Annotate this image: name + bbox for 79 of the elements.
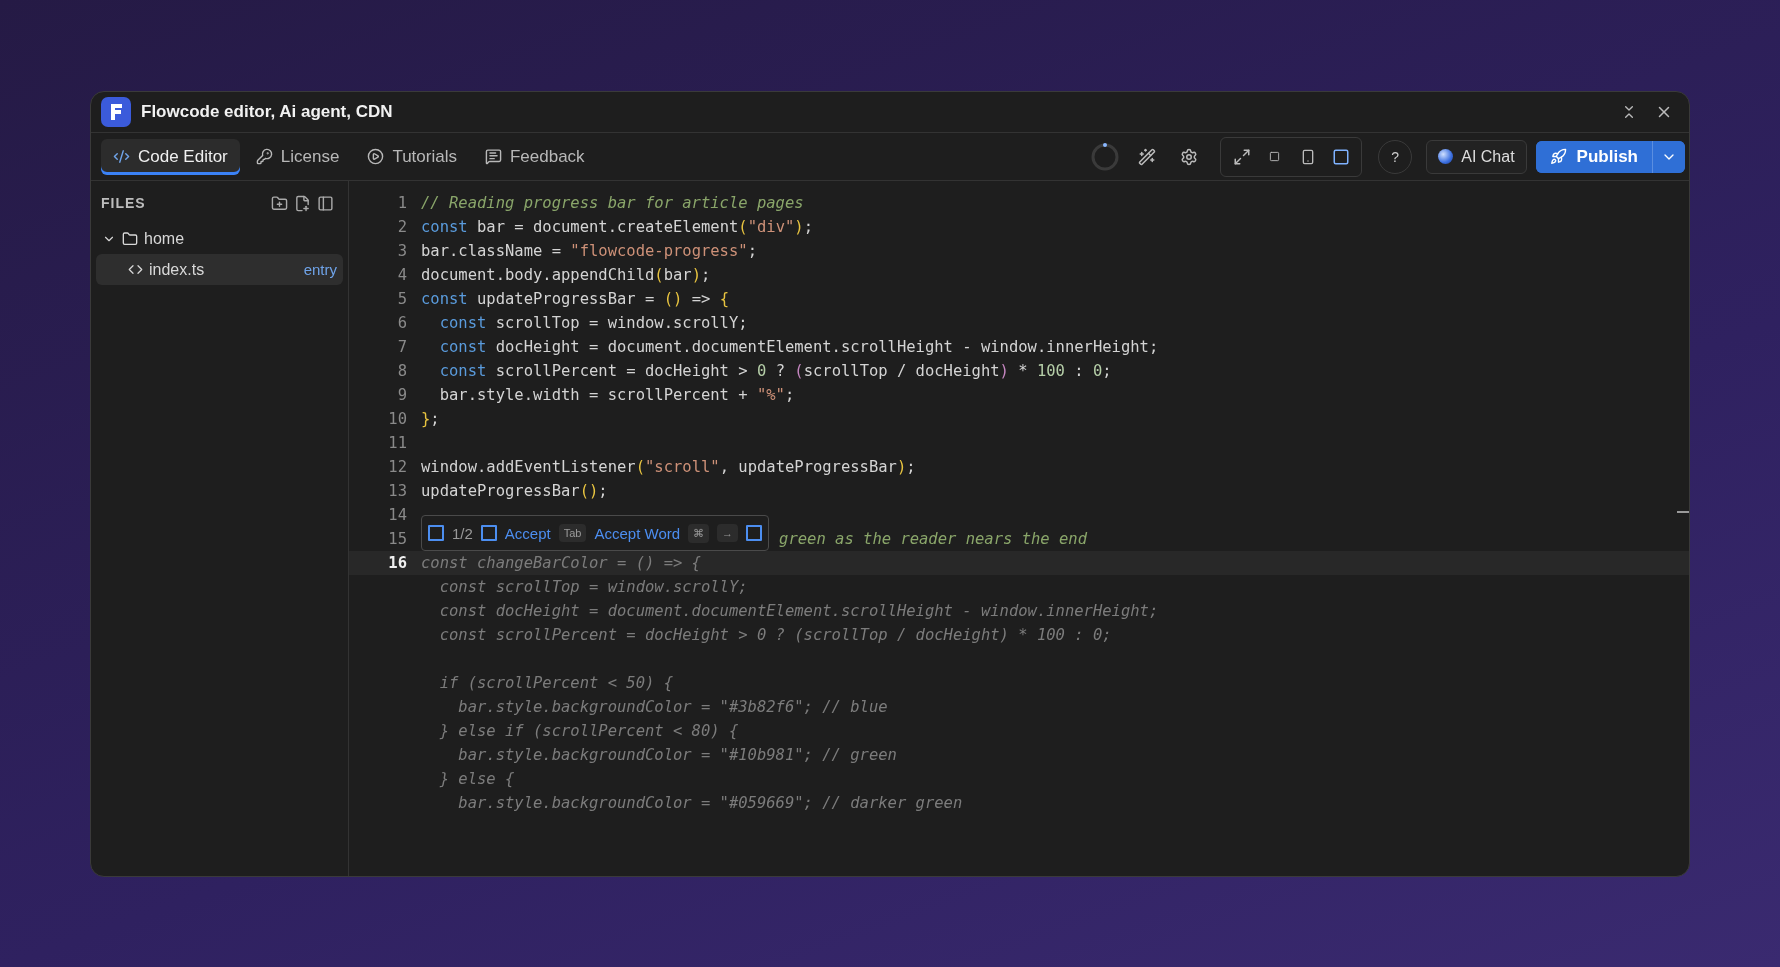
line-number: 11 (388, 434, 407, 452)
tab[interactable]: Tutorials (355, 138, 469, 175)
code-line: const changeBarColor = () => { (421, 554, 701, 572)
square-icon (1331, 147, 1350, 166)
tab[interactable]: License (243, 138, 352, 175)
new-folder-icon (271, 194, 288, 212)
suggestion-count: 1/2 (452, 524, 473, 542)
file-name: home (144, 229, 186, 248)
square-icon (480, 525, 497, 541)
square-icon (428, 525, 444, 541)
code-line: document.body.appendChild(bar); (421, 266, 711, 284)
code-line: const docHeight = document.documentElement.scrollHeight - window.innerHeight; (438, 602, 1159, 620)
folder-row[interactable]: home (96, 223, 343, 254)
line-number: 5 (397, 290, 407, 308)
code-line: bar.style.width = scrollPercent + "%"; (438, 386, 795, 404)
line-number: 2 (397, 218, 407, 236)
code-icon (128, 262, 143, 277)
code-line: }; (421, 410, 440, 428)
code-line: bar.className = "flowcode-progress"; (421, 242, 757, 260)
line-number: 3 (397, 242, 407, 260)
code-line: window.addEventListener("scroll", updateProgressBar); (421, 458, 916, 476)
orb-icon (1438, 149, 1454, 164)
code-line: green as the reader nears the end (779, 530, 1087, 548)
code-line: const scrollPercent = docHeight > 0 ? (scrollTop / docHeight) * 100 : 0; (438, 362, 1112, 380)
ai-chat-button[interactable]: AI Chat (1426, 139, 1527, 174)
publish-menu-button[interactable] (1652, 140, 1685, 173)
sidebar-title: FILES (101, 195, 147, 211)
rocket-icon (1549, 148, 1567, 165)
logo-icon (101, 97, 131, 127)
line-number: 4 (397, 266, 407, 284)
line-number: 9 (397, 386, 407, 404)
code-line: const bar = document.createElement("div"); (421, 218, 813, 236)
line-number: 14 (388, 506, 407, 524)
file-row[interactable]: index.ts entry (96, 254, 343, 285)
code-line: const docHeight = document.documentElement.scrollHeight - window.innerHeight; (438, 338, 1159, 356)
entry-label: entry (303, 261, 337, 278)
file-name: index.ts (149, 260, 206, 279)
accept-word-button[interactable]: Accept Word (594, 524, 681, 542)
code-line: } else if (scrollPercent < 80) { (438, 722, 739, 740)
line-number: 12 (388, 458, 407, 476)
window-title: Flowcode editor, Ai agent, CDN (141, 102, 394, 122)
line-number: 6 (397, 314, 407, 332)
folder-icon (122, 230, 138, 247)
tab[interactable]: Code Editor (101, 138, 240, 175)
code-icon (113, 148, 130, 165)
new-file-icon (294, 194, 311, 212)
code-line: bar.style.backgroundColor = "#059669"; // darker green (457, 794, 963, 812)
code-line: if (scrollPercent < 50) { (438, 674, 673, 692)
line-number: 13 (388, 482, 407, 500)
panel-icon (317, 194, 334, 212)
progress-ring-icon (1090, 141, 1121, 172)
square-icon (746, 525, 763, 541)
code-line: updateProgressBar(); (421, 482, 608, 500)
line-number: 1 (397, 194, 407, 212)
code-line: bar.style.backgroundColor = "#3b82f6"; // blue (457, 698, 888, 716)
key-hint: → (717, 524, 739, 542)
code-line: // Reading progress bar for article pages (421, 194, 804, 212)
square-icon (1269, 151, 1281, 162)
expand-icon (1232, 147, 1251, 166)
code-line: const scrollTop = window.scrollY; (438, 578, 748, 596)
code-line: const updateProgressBar = () => { (421, 290, 729, 308)
accept-button[interactable]: Accept (504, 524, 551, 542)
line-number: 7 (397, 338, 407, 356)
code-line: const scrollTop = window.scrollY; (438, 314, 748, 332)
key-icon (255, 148, 273, 165)
line-number: 8 (397, 362, 407, 380)
code-line: bar.style.backgroundColor = "#10b981"; // green (457, 746, 897, 764)
play-icon (367, 148, 385, 165)
tab[interactable]: Feedback (472, 138, 597, 175)
line-number: 15 (388, 530, 407, 548)
magic-wand-icon (1138, 147, 1157, 166)
line-number: 16 (388, 554, 407, 572)
settings-icon (1180, 147, 1199, 166)
key-hint: ⌘ (688, 523, 710, 543)
line-number: 10 (388, 410, 407, 428)
key-hint: Tab (558, 524, 587, 542)
message-icon (484, 148, 502, 165)
code-line: const scrollPercent = docHeight > 0 ? (scrollTop / docHeight) * 100 : 0; (438, 626, 1112, 644)
code-line: } else { (438, 770, 515, 788)
